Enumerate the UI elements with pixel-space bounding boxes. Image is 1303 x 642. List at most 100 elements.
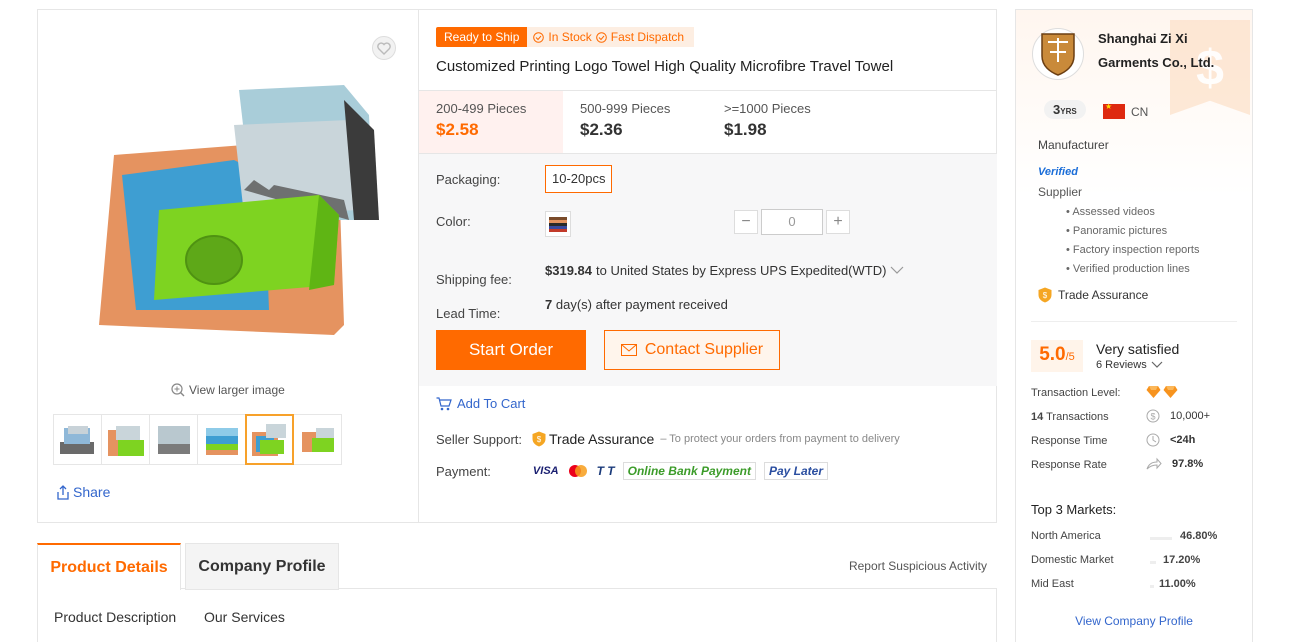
seller-support: Seller Support: $ Trade Assurance – To p… <box>436 431 900 447</box>
start-order-button[interactable]: Start Order <box>436 330 586 370</box>
check-circle-icon <box>533 31 545 43</box>
market-bar <box>1150 537 1172 540</box>
increment-button[interactable]: + <box>826 210 850 234</box>
thumbnail-active[interactable] <box>245 414 294 465</box>
report-link[interactable]: Report Suspicious Activity <box>849 559 987 573</box>
trade-assurance-label: Trade Assurance <box>1058 288 1149 302</box>
product-info: Ready to Ship In Stock Fast Dispatch Cus… <box>419 10 997 522</box>
tab-company-profile[interactable]: Company Profile <box>185 543 339 590</box>
shipping-desc: to United States by Express UPS Expedite… <box>596 263 887 278</box>
visa-icon: VISA <box>532 465 559 477</box>
share-label: Share <box>73 484 111 500</box>
thumbnail[interactable] <box>53 414 102 465</box>
chevron-down-icon <box>1151 361 1163 368</box>
thumbnail[interactable] <box>149 414 198 465</box>
chevron-down-icon <box>891 266 904 274</box>
reply-icon <box>1146 457 1162 470</box>
seller-support-label: Seller Support: <box>436 431 522 447</box>
list-item: Verified production lines <box>1066 260 1199 279</box>
share-button[interactable]: Share <box>56 484 110 500</box>
thumbnail[interactable] <box>101 414 150 465</box>
online-bank-icon: Online Bank Payment <box>622 462 756 480</box>
color-swatch[interactable] <box>545 211 571 237</box>
verified-badge[interactable]: Verified <box>1038 166 1078 178</box>
tier-range: >=1000 Pieces <box>724 101 811 116</box>
image-gallery: View larger image Share <box>38 10 419 522</box>
payment-methods: Payment: VISA T T Online Bank Payment Pa… <box>436 462 829 480</box>
check-circle-icon <box>595 31 607 43</box>
reviews-link[interactable]: 6 Reviews <box>1096 359 1163 371</box>
divider <box>1031 321 1237 322</box>
shipping-info[interactable]: $319.84 to United States by Express UPS … <box>545 263 904 278</box>
view-company-profile-link[interactable]: View Company Profile <box>1016 614 1252 628</box>
stock-badge: In Stock Fast Dispatch <box>527 27 695 47</box>
product-main-image[interactable] <box>94 80 404 340</box>
color-label: Color: <box>436 214 471 229</box>
product-title: Customized Printing Logo Towel High Qual… <box>436 58 894 75</box>
market-name: Mid East <box>1031 578 1074 590</box>
price-tier: 200-499 Pieces $2.58 <box>419 91 563 153</box>
supplier-trade-assurance[interactable]: $ Trade Assurance <box>1038 287 1148 303</box>
supplier-logo[interactable] <box>1032 28 1084 80</box>
trade-assurance[interactable]: $ Trade Assurance <box>532 431 654 447</box>
packaging-label: Packaging: <box>436 172 501 187</box>
verification-list: Assessed videos Panoramic pictures Facto… <box>1066 203 1199 279</box>
market-name: Domestic Market <box>1031 554 1114 566</box>
zoom-icon <box>171 383 185 397</box>
thumbnail-strip <box>53 414 342 465</box>
decrement-button[interactable]: − <box>734 210 758 234</box>
trade-assurance-label: Trade Assurance <box>549 431 655 447</box>
svg-text:$: $ <box>1043 291 1048 300</box>
contact-supplier-button[interactable]: Contact Supplier <box>604 330 780 370</box>
country: CN <box>1103 102 1148 119</box>
svg-text:$: $ <box>1150 412 1155 422</box>
lead-time-info: 7 day(s) after payment received <box>545 297 728 312</box>
transactions-label: 14 Transactions <box>1031 411 1109 423</box>
response-time: <24h <box>1170 434 1196 446</box>
in-stock-label: In Stock <box>548 30 592 44</box>
score-value: 5.0 <box>1039 344 1066 365</box>
thumbnail[interactable] <box>197 414 246 465</box>
market-bar <box>1150 585 1154 588</box>
response-rate-value: 97.8% <box>1146 457 1203 471</box>
favorite-button[interactable] <box>372 36 396 60</box>
lead-days: 7 <box>545 297 553 312</box>
market-share: 17.20% <box>1163 554 1201 566</box>
payment-icons: VISA T T Online Bank Payment Pay Later <box>532 462 829 480</box>
shield-icon: $ <box>1038 287 1052 303</box>
list-item: Factory inspection reports <box>1066 241 1200 260</box>
tab-product-details[interactable]: Product Details <box>37 543 181 590</box>
payment-label: Payment: <box>436 463 491 479</box>
price-tier: >=1000 Pieces $1.98 <box>707 91 851 153</box>
dollar-icon: $ <box>1146 409 1160 423</box>
transactions-amount: 10,000+ <box>1170 410 1211 422</box>
view-larger-label: View larger image <box>189 383 285 397</box>
contact-supplier-label: Contact Supplier <box>644 341 764 358</box>
pay-later-icon: Pay Later <box>763 462 829 480</box>
list-item: Panoramic pictures <box>1066 222 1199 241</box>
detail-tabs: Product Details Company Profile Report S… <box>37 543 997 642</box>
view-larger-link[interactable]: View larger image <box>171 383 285 397</box>
add-to-cart-link[interactable]: Add To Cart <box>436 396 525 411</box>
mail-icon <box>620 344 637 356</box>
clock-icon <box>1146 433 1160 447</box>
sub-tab-our-services[interactable]: Our Services <box>204 609 285 625</box>
lead-time-label: Lead Time: <box>436 306 501 321</box>
flag-icon <box>1103 102 1125 119</box>
shipping-amount: $319.84 <box>545 263 592 278</box>
market-bar <box>1150 561 1156 564</box>
packaging-option[interactable]: 10-20pcs <box>545 165 613 193</box>
sub-tab-product-description[interactable]: Product Description <box>54 609 176 625</box>
transaction-level-value <box>1146 385 1178 399</box>
thumbnail[interactable] <box>293 414 342 465</box>
svg-text:$: $ <box>537 435 542 444</box>
business-type: Manufacturer <box>1038 138 1109 152</box>
quantity-input[interactable]: 0 <box>761 209 823 235</box>
tier-range: 500-999 Pieces <box>580 101 671 116</box>
lead-desc: day(s) after payment received <box>555 297 728 312</box>
price-tiers: 200-499 Pieces $2.58 500-999 Pieces $2.3… <box>419 90 997 154</box>
years-unit: YRS <box>1060 107 1077 116</box>
company-name[interactable]: Shanghai Zi Xi Garments Co., Ltd. <box>1098 27 1228 75</box>
response-time-value: <24h <box>1146 433 1195 447</box>
sub-tabs: Product Description Our Services <box>37 589 997 642</box>
